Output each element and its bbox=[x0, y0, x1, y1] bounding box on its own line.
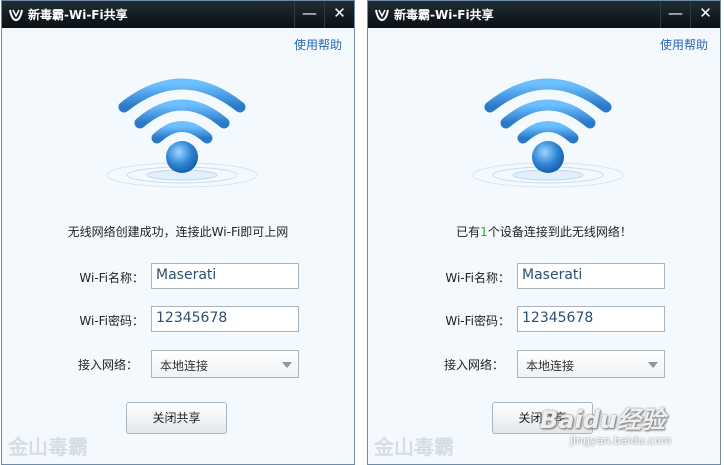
minimize-button[interactable]: — bbox=[660, 1, 690, 28]
chevron-down-icon bbox=[648, 362, 658, 368]
wifi-name-label: Wi-Fi名称： bbox=[79, 271, 144, 285]
wifi-name-field[interactable]: Maserati bbox=[517, 263, 665, 289]
baidu-jingyan-watermark: Baidu经验 jingyan.baidu.com bbox=[540, 400, 720, 460]
status-message: 已有1个设备连接到此无线网络！ bbox=[368, 223, 720, 240]
status-suffix: 个设备连接到此无线网络！ bbox=[487, 225, 632, 239]
duba-logo-icon bbox=[375, 9, 389, 22]
title-bar[interactable]: 新毒霸-Wi-Fi共享 — ✕ bbox=[368, 1, 720, 28]
close-button[interactable]: ✕ bbox=[690, 1, 720, 28]
wifi-share-window-left: 新毒霸-Wi-Fi共享 — ✕ 使用帮助 无线网络创建成功，连接此Wi-Fi即可… bbox=[1, 0, 355, 465]
wifi-password-label: Wi-Fi密码： bbox=[445, 314, 510, 328]
network-select-value: 本地连接 bbox=[526, 359, 575, 373]
baidu-brand: Baidu经验 bbox=[540, 406, 665, 434]
title-bar[interactable]: 新毒霸-Wi-Fi共享 — ✕ bbox=[2, 1, 354, 28]
wifi-name-field[interactable]: Maserati bbox=[151, 263, 299, 289]
watermark-logo: 金山毒霸 bbox=[374, 435, 454, 459]
network-label: 接入网络： bbox=[443, 358, 504, 372]
close-button[interactable]: ✕ bbox=[324, 1, 354, 28]
duba-logo-icon bbox=[9, 9, 23, 22]
close-sharing-button[interactable]: 关闭共享 bbox=[126, 402, 227, 434]
status-prefix: 已有 bbox=[456, 225, 481, 239]
wifi-share-window-right: 新毒霸-Wi-Fi共享 — ✕ 使用帮助 已有1个设备连接到此无线网络！ Wi-… bbox=[367, 0, 721, 465]
network-select-value: 本地连接 bbox=[160, 359, 209, 373]
wifi-password-label: Wi-Fi密码： bbox=[79, 314, 144, 328]
wifi-name-label: Wi-Fi名称： bbox=[445, 271, 510, 285]
wifi-password-field[interactable]: 12345678 bbox=[517, 306, 665, 332]
wifi-signal-icon bbox=[472, 78, 624, 188]
watermark-logo: 金山毒霸 bbox=[8, 435, 88, 459]
window-title: 新毒霸-Wi-Fi共享 bbox=[394, 8, 494, 22]
network-select[interactable]: 本地连接 bbox=[517, 350, 665, 378]
network-label: 接入网络： bbox=[77, 358, 138, 372]
network-select[interactable]: 本地连接 bbox=[151, 350, 299, 378]
status-message: 无线网络创建成功，连接此Wi-Fi即可上网 bbox=[67, 225, 289, 239]
help-link[interactable]: 使用帮助 bbox=[294, 36, 342, 53]
minimize-button[interactable]: — bbox=[294, 1, 324, 28]
device-count: 1 bbox=[480, 225, 488, 239]
chevron-down-icon bbox=[282, 362, 292, 368]
wifi-signal-icon bbox=[106, 78, 258, 188]
baidu-site-url: jingyan.baidu.com bbox=[570, 434, 672, 447]
window-title: 新毒霸-Wi-Fi共享 bbox=[28, 8, 128, 22]
wifi-password-field[interactable]: 12345678 bbox=[151, 306, 299, 332]
help-link[interactable]: 使用帮助 bbox=[660, 36, 708, 53]
